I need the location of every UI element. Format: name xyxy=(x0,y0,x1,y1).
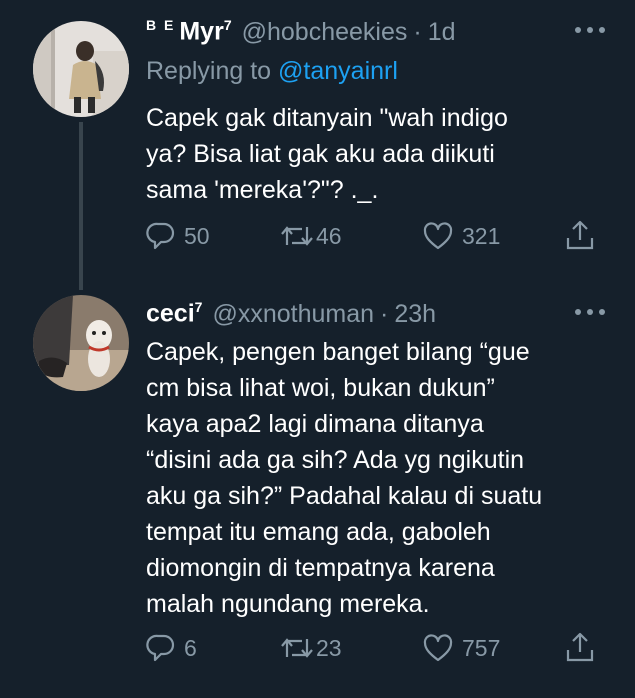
avatar[interactable] xyxy=(33,21,129,117)
more-icon[interactable] xyxy=(575,18,605,42)
tweet-header: B E Myr7 @hobcheekies · 1d xyxy=(146,14,605,50)
tweet-text: Capek gak ditanyain "wah indigo ya? Bisa… xyxy=(146,104,508,204)
like-button[interactable]: 757 xyxy=(422,630,500,666)
retweet-icon xyxy=(281,638,313,658)
reply-button[interactable]: 6 xyxy=(146,630,197,666)
share-icon xyxy=(566,220,594,250)
retweet-count: 46 xyxy=(316,222,342,249)
reply-count: 6 xyxy=(184,634,197,661)
more-icon[interactable] xyxy=(575,300,605,324)
like-icon xyxy=(423,222,453,250)
share-icon xyxy=(566,632,594,662)
like-count: 321 xyxy=(462,222,501,249)
display-name-text: Myr xyxy=(179,17,224,46)
name-prefix: B E xyxy=(146,17,176,34)
retweet-count: 23 xyxy=(316,634,342,661)
retweet-icon xyxy=(281,226,313,246)
display-name[interactable]: B E Myr7 xyxy=(146,17,232,46)
action-bar: 50 46 321 xyxy=(146,218,606,254)
user-handle[interactable]: @hobcheekies xyxy=(242,18,408,47)
tweet-text: Capek, pengen banget bilang “gue cm bisa… xyxy=(146,338,543,618)
reply-button[interactable]: 50 xyxy=(146,218,210,254)
tweet-2[interactable]: ceci7 @xxnothuman · 23h Capek, pengen ba… xyxy=(0,290,635,698)
separator-dot: · xyxy=(413,17,422,46)
separator-dot: · xyxy=(380,299,389,328)
retweet-button[interactable]: 23 xyxy=(280,630,342,666)
timestamp[interactable]: 23h xyxy=(394,300,436,329)
display-name[interactable]: ceci7 xyxy=(146,299,202,328)
share-button[interactable] xyxy=(565,630,595,666)
replying-to-handle[interactable]: @tanyainrl xyxy=(278,57,398,85)
like-count: 757 xyxy=(462,634,501,661)
reply-count: 50 xyxy=(184,222,210,249)
reply-icon xyxy=(146,222,175,250)
like-icon xyxy=(423,634,453,662)
avatar-photo xyxy=(33,295,129,391)
tweet-header: ceci7 @xxnothuman · 23h xyxy=(146,296,605,332)
like-button[interactable]: 321 xyxy=(422,218,500,254)
avatar-photo xyxy=(33,21,129,117)
display-name-text: ceci xyxy=(146,299,195,328)
replying-to: Replying to @tanyainrl xyxy=(146,57,398,86)
avatar[interactable] xyxy=(33,295,129,391)
reply-icon xyxy=(146,634,175,662)
retweet-button[interactable]: 46 xyxy=(280,218,342,254)
timestamp[interactable]: 1d xyxy=(428,18,456,47)
action-bar: 6 23 757 xyxy=(146,630,606,666)
replying-label: Replying to xyxy=(146,57,272,85)
thread-line xyxy=(79,122,83,290)
share-button[interactable] xyxy=(565,218,595,254)
name-suffix: 7 xyxy=(223,17,232,34)
name-suffix: 7 xyxy=(194,299,203,316)
user-handle[interactable]: @xxnothuman xyxy=(212,300,374,329)
tweet-1[interactable]: B E Myr7 @hobcheekies · 1d Replying to @t… xyxy=(0,0,635,290)
